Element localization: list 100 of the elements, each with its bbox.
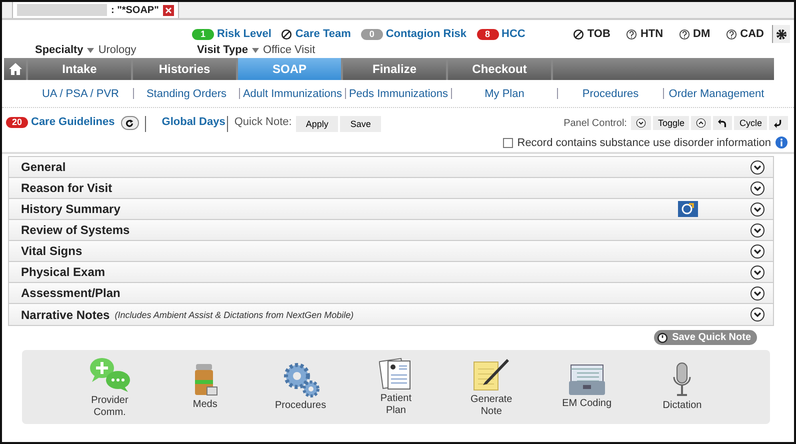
toolbar-button[interactable]: Provider Comm. xyxy=(72,355,148,419)
close-icon[interactable] xyxy=(162,4,174,16)
question-icon xyxy=(626,28,638,40)
expand-button[interactable] xyxy=(750,264,765,280)
expand-button[interactable] xyxy=(750,286,765,300)
curved-arrow-icon xyxy=(774,118,783,128)
document-tab[interactable]: : "*SOAP" xyxy=(12,2,179,18)
condition-label[interactable]: CAD xyxy=(740,28,764,40)
panel-title: History Summary xyxy=(21,202,120,216)
panel-header[interactable]: General xyxy=(9,157,773,178)
import-button[interactable] xyxy=(678,201,698,217)
sub-nav-link[interactable]: Procedures xyxy=(558,88,663,100)
refresh-icon xyxy=(125,118,134,128)
notepad-pen-icon xyxy=(471,356,512,392)
settings-button[interactable] xyxy=(772,25,790,43)
question-icon xyxy=(679,28,690,40)
panel-title: General xyxy=(21,160,66,174)
prohibited-icon xyxy=(573,28,584,40)
question-icon xyxy=(726,28,738,40)
chevron-down-icon xyxy=(750,180,765,196)
toolbar-button[interactable]: Dictation xyxy=(644,362,720,412)
panel-title: Physical Exam xyxy=(21,265,106,279)
condition-label[interactable]: DM xyxy=(693,28,710,40)
chevron-down-icon xyxy=(750,222,765,238)
panel-title: Review of Systems xyxy=(21,223,130,237)
care-guidelines-label[interactable]: Care Guidelines xyxy=(31,116,115,128)
prohibited-icon xyxy=(281,28,292,40)
curved-arrow-icon xyxy=(718,118,728,128)
home-icon xyxy=(8,63,22,75)
settings-icon xyxy=(776,28,787,40)
expand-button[interactable] xyxy=(750,180,765,196)
toolbar-button[interactable]: Meds xyxy=(167,363,244,411)
next-button[interactable] xyxy=(769,116,788,130)
checkbox[interactable] xyxy=(503,138,514,148)
flag-link[interactable]: HCC xyxy=(502,28,526,40)
expand-button[interactable] xyxy=(750,160,765,174)
quick-note-button[interactable]: Save xyxy=(340,116,381,132)
quick-note-button[interactable]: Apply xyxy=(296,116,338,132)
count-badge: 20 xyxy=(6,116,28,128)
chevron-down-icon xyxy=(750,307,765,322)
chevron-down-icon xyxy=(750,202,765,216)
panel-title: Vital Signs xyxy=(21,244,82,258)
documents-icon xyxy=(378,357,413,391)
previous-button[interactable] xyxy=(713,116,732,130)
nav-tab[interactable]: Checkout xyxy=(448,58,553,80)
sub-nav-link[interactable]: UA / PSA / PVR xyxy=(28,88,133,100)
computer-toolbox-icon xyxy=(566,364,607,396)
cycle-button[interactable]: Cycle xyxy=(734,116,767,130)
panel-header[interactable]: Assessment/Plan xyxy=(9,283,773,304)
condition-label[interactable]: TOB xyxy=(587,28,610,40)
panel-header[interactable]: Physical Exam xyxy=(9,262,773,283)
flag-link[interactable]: Risk Level xyxy=(217,28,272,40)
timer-icon xyxy=(657,332,668,343)
flag-link[interactable]: Care Team xyxy=(295,28,351,40)
toggle-button[interactable]: Toggle xyxy=(652,116,690,130)
pill-bottle-icon xyxy=(192,363,218,397)
sub-nav-link[interactable]: Peds Immunizations xyxy=(346,88,451,100)
nav-tab[interactable]: Histories xyxy=(133,58,238,80)
microphone-icon xyxy=(672,362,692,398)
panel-title: Reason for Visit xyxy=(21,181,112,195)
toolbar-button[interactable]: EM Coding xyxy=(548,364,625,410)
condition-label[interactable]: HTN xyxy=(640,28,664,40)
toolbar-button[interactable]: Patient Plan xyxy=(358,357,434,417)
dropdown-icon[interactable] xyxy=(87,48,94,52)
care-guidelines-link[interactable]: 20 Care Guidelines xyxy=(6,116,115,128)
expand-button[interactable] xyxy=(750,202,765,216)
refresh-button[interactable] xyxy=(120,116,139,130)
expand-all-button[interactable] xyxy=(630,116,651,130)
panel-header[interactable]: Narrative Notes (Includes Ambient Assist & Dictations from NextGen Mobile) xyxy=(9,304,773,325)
count-badge: 0 xyxy=(360,28,383,40)
sub-nav-link[interactable]: My Plan xyxy=(452,88,557,100)
toolbar-button[interactable]: Generate Note xyxy=(453,356,530,418)
count-badge: 8 xyxy=(476,28,499,40)
panel-header[interactable]: History Summary xyxy=(9,199,773,220)
sub-nav-link[interactable]: Order Management xyxy=(664,88,769,100)
tab-title: : "*SOAP" xyxy=(111,4,159,16)
sub-nav-link[interactable]: Standing Orders xyxy=(134,88,239,100)
collapse-all-button[interactable] xyxy=(691,116,712,130)
panel-header[interactable]: Review of Systems xyxy=(9,220,773,241)
dropdown-icon[interactable] xyxy=(252,48,259,52)
expand-button[interactable] xyxy=(750,222,765,238)
chevron-down-icon xyxy=(750,264,765,280)
expand-button[interactable] xyxy=(750,244,765,258)
expand-button[interactable] xyxy=(750,307,765,322)
panel-title: Narrative Notes xyxy=(21,308,110,322)
flag-link[interactable]: Contagion Risk xyxy=(386,28,467,40)
home-button[interactable] xyxy=(4,58,28,80)
info-icon[interactable] xyxy=(775,136,788,149)
chevron-up-icon xyxy=(696,118,706,128)
chevron-down-icon xyxy=(750,244,765,258)
nav-tab[interactable]: Finalize xyxy=(343,58,448,80)
panel-header[interactable]: Reason for Visit xyxy=(9,178,773,199)
nav-tab[interactable]: Intake xyxy=(28,58,133,80)
global-days-link[interactable]: Global Days xyxy=(162,116,226,128)
specialty-label[interactable]: Specialty xyxy=(35,44,84,56)
sub-nav-link[interactable]: Adult Immunizations xyxy=(240,88,345,100)
chevron-down-icon xyxy=(750,160,765,174)
toolbar-button[interactable]: Procedures xyxy=(262,362,339,412)
visit-type-label[interactable]: Visit Type xyxy=(197,44,248,56)
panel-header[interactable]: Vital Signs xyxy=(9,241,773,262)
